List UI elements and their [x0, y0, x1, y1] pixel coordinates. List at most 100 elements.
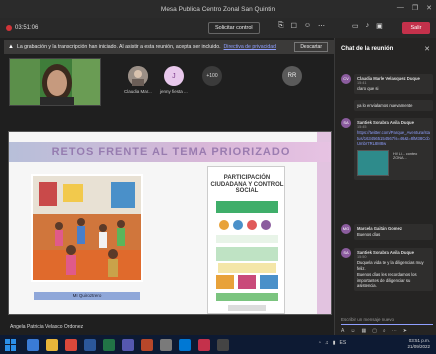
windows-taskbar: ◔ ♫ ▮ ES 03:51 p.m. 21/09/2022: [0, 335, 436, 354]
participant-video[interactable]: [9, 58, 101, 106]
share-icon[interactable]: ⎘: [278, 22, 284, 30]
meeting-toolbar: 03:51:06 Solicitar control ⎘ ☐ ☺ ⋯ ▭ ♪ ▣…: [0, 18, 436, 38]
chat-message: CV Claudia Marle Velasquez Duque 15:41 c…: [341, 74, 433, 94]
attach-icon[interactable]: ⌕: [383, 328, 386, 334]
participation-poster: PARTICIPACIÓN CIUDADANA Y CONTROL SOCIAL: [207, 166, 285, 314]
avatar: [127, 66, 148, 86]
leave-button[interactable]: Salir: [402, 22, 430, 34]
word-icon[interactable]: [84, 338, 96, 351]
message-text: Buenos días les recordamos los important…: [357, 272, 417, 289]
preview-caption: Hi! Li... conteo ZONA...: [393, 151, 418, 161]
chat-message: ya lo envialamos nuevamente: [341, 100, 433, 111]
media-player-icon[interactable]: [160, 338, 172, 351]
chrome-icon[interactable]: [65, 338, 77, 351]
record-icon: [6, 25, 12, 31]
person-avatar-icon: [127, 66, 148, 86]
warning-icon: ▲: [8, 44, 14, 50]
taskbar-clock[interactable]: 03:51 p.m. 21/09/2022: [407, 338, 430, 349]
avatar: RR: [282, 66, 302, 86]
chat-message: MG Marcela Gaitán Gomez Buenos días: [341, 224, 433, 240]
preview-thumbnail: [357, 149, 389, 176]
close-chat-icon[interactable]: ✕: [424, 45, 430, 53]
recording-banner: ▲ La grabación y la transcripción han in…: [4, 40, 334, 54]
chat-compose-input[interactable]: Escribir un mensaje nuevo: [341, 316, 433, 325]
language-icon[interactable]: ES: [340, 340, 347, 346]
app-icon[interactable]: [217, 338, 229, 351]
windows-start-icon[interactable]: [5, 338, 19, 351]
system-tray: ◔ ♫ ▮ ES: [318, 340, 346, 346]
poster-graphics: [216, 201, 278, 311]
maximize-button[interactable]: ❐: [412, 4, 418, 12]
clock-time: 03:51 p.m.: [408, 338, 430, 343]
chat-icon[interactable]: ☐: [291, 22, 297, 30]
sticker-icon[interactable]: ▢: [372, 328, 377, 334]
teams-icon[interactable]: [122, 338, 134, 351]
participant-name: Claudia Mar...: [124, 89, 152, 94]
excel-icon[interactable]: [103, 338, 115, 351]
chat-message: SA Santiek Sorabra Avila Duque 15:50 Duq…: [341, 248, 433, 304]
clock-date: 21/09/2022: [407, 343, 430, 349]
message-time: 15:50: [357, 255, 367, 259]
meeting-chat-panel: Chat de la reunión ✕ CV Claudia Marle Ve…: [334, 38, 436, 335]
recording-indicator: 03:51:06: [6, 25, 38, 31]
emoji-icon[interactable]: ☺: [350, 328, 355, 334]
file-explorer-icon[interactable]: [46, 338, 58, 351]
mic-icon[interactable]: ♪: [366, 22, 370, 30]
internet-explorer-icon[interactable]: [27, 338, 39, 351]
toolbar-icons: ⎘ ☐ ☺ ⋯: [278, 22, 325, 30]
avatar: SA: [341, 248, 351, 258]
message-text: claro que si: [357, 86, 379, 91]
avatar: CV: [341, 74, 351, 84]
window-controls: — ❐ ✕: [397, 4, 432, 12]
powerpoint-icon[interactable]: [141, 338, 153, 351]
participant-overflow-tile[interactable]: +100: [202, 66, 222, 89]
pdf-reader-icon[interactable]: [198, 338, 210, 351]
message-author: Marcela Gaitán Gomez: [357, 226, 402, 231]
dismiss-button[interactable]: Descartar: [294, 42, 328, 52]
screen-share-icon[interactable]: ▣: [376, 22, 383, 30]
outlook-icon[interactable]: [179, 338, 191, 351]
avatar: SA: [341, 118, 351, 128]
banner-text: La grabación y la transcripción han inic…: [16, 44, 221, 50]
camera-icon[interactable]: ▭: [352, 22, 359, 30]
more-options-icon[interactable]: ⋯: [318, 22, 325, 30]
message-text: ya lo envialamos nuevamente: [357, 103, 413, 108]
link-preview[interactable]: Hi! Li... conteo ZONA...: [357, 149, 430, 178]
overflow-count: +100: [202, 66, 222, 86]
battery-icon[interactable]: ▮: [333, 340, 336, 346]
photo-caption: MI Quiroztrero: [34, 292, 140, 300]
message-link[interactable]: https://twitter.com/Parque_Aventura/stat…: [357, 130, 430, 147]
message-bubble: Santiek Sorabra Avila Duque 15:45 https:…: [354, 118, 433, 180]
message-bubble: Claudia Marle Velasquez Duque 15:41 clar…: [354, 74, 433, 94]
minimize-button[interactable]: —: [397, 4, 404, 12]
classroom-photo: [31, 174, 143, 282]
teams-window: Mesa Publica Centro Zonal San Quintin — …: [0, 0, 436, 354]
message-author: Claudia Marle Velasquez Duque: [357, 76, 420, 81]
chat-message: SA Santiek Sorabra Avila Duque 15:45 htt…: [341, 118, 433, 218]
reactions-icon[interactable]: ☺: [304, 22, 311, 30]
privacy-link[interactable]: Directiva de privacidad: [224, 44, 276, 50]
format-icon[interactable]: A: [341, 328, 344, 334]
participant-tile[interactable]: Claudia Mar...: [124, 66, 152, 94]
title-bar: Mesa Publica Centro Zonal San Quintin — …: [0, 0, 436, 18]
gif-icon[interactable]: ▦: [361, 328, 366, 334]
message-time: 15:45: [357, 125, 367, 129]
close-window-button[interactable]: ✕: [426, 4, 432, 12]
volume-icon[interactable]: ♫: [325, 340, 329, 346]
message-bubble: ya lo envialamos nuevamente: [354, 100, 433, 111]
window-title: Mesa Publica Centro Zonal San Quintin: [160, 5, 276, 13]
compose-toolbar: A ☺ ▦ ▢ ⌕ ⋯ ➤: [341, 328, 407, 334]
participant-tile[interactable]: J jenny fiesta ...: [160, 66, 188, 94]
avatar: MG: [341, 224, 351, 234]
participant-tile[interactable]: RR: [282, 66, 302, 89]
meeting-timer: 03:51:06: [15, 25, 39, 31]
message-time: 15:41: [357, 81, 367, 85]
network-icon[interactable]: ◔: [318, 340, 321, 346]
message-text: Buenos días: [357, 232, 381, 237]
send-icon[interactable]: ➤: [403, 328, 407, 334]
message-bubble: Santiek Sorabra Avila Duque 15:50 Duquel…: [354, 248, 433, 291]
message-text: Duquela vida te y la diligencias muy fel…: [357, 260, 424, 271]
more-icon[interactable]: ⋯: [392, 328, 397, 334]
shared-screen-slide: RETOS FRENTE AL TEMA PRIORIZADO MI Quiro…: [8, 131, 332, 315]
request-control-button[interactable]: Solicitar control: [208, 22, 260, 34]
